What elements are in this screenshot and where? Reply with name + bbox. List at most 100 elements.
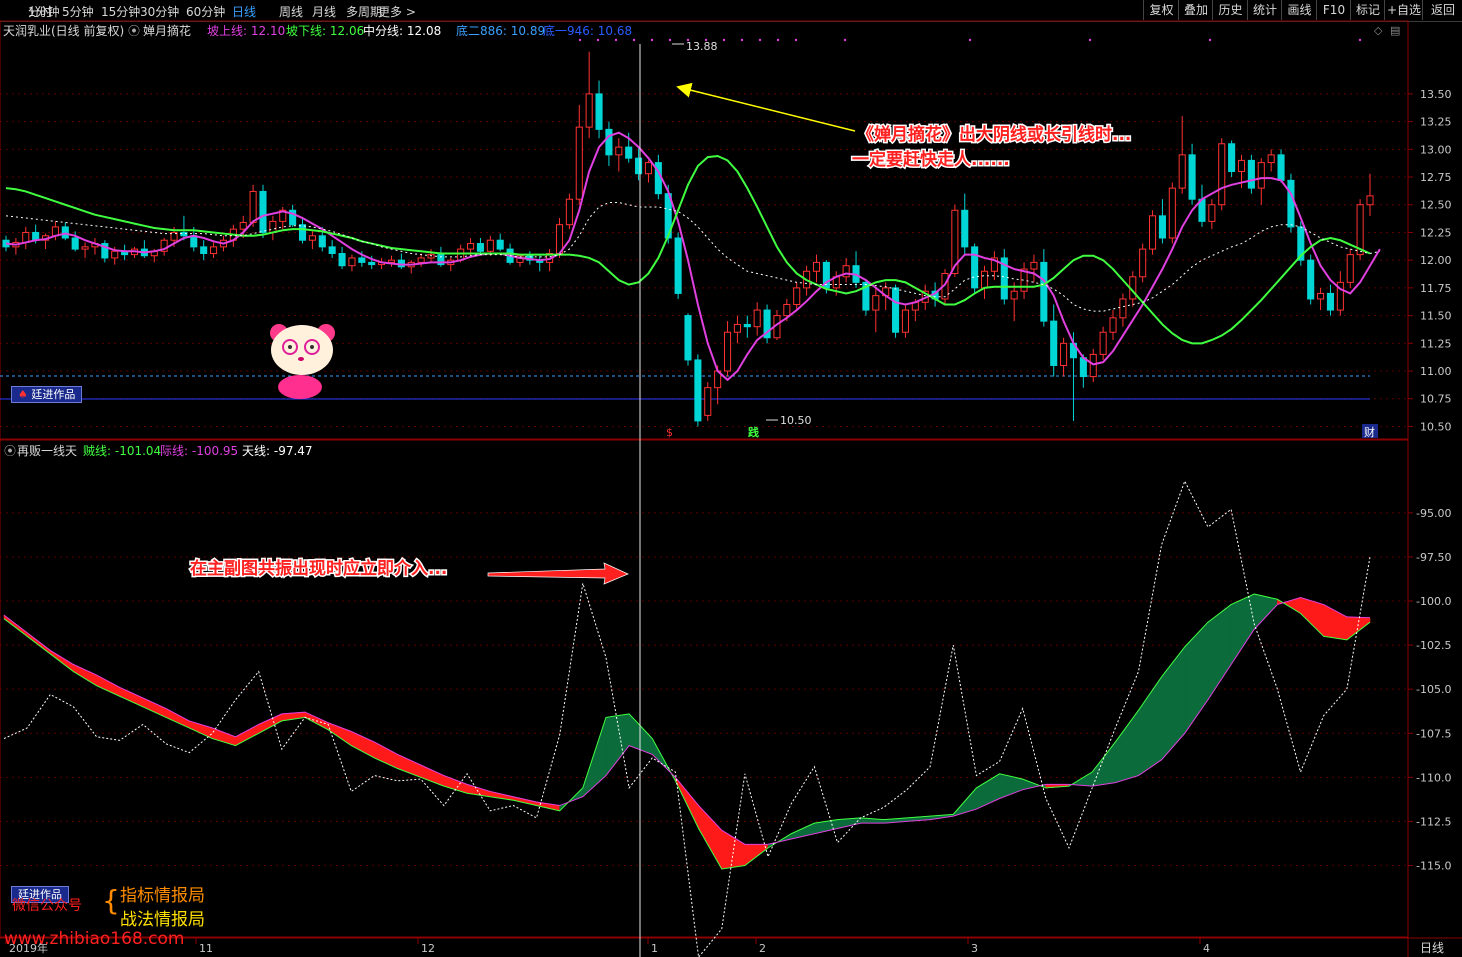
sub-axis-label: -112.5 <box>1416 815 1451 828</box>
candle-body <box>1040 261 1048 322</box>
candle-body <box>812 261 821 272</box>
candle-body <box>210 246 218 255</box>
main-axis-label: 12.25 <box>1420 226 1452 239</box>
main-axis-label: 12.00 <box>1420 254 1452 267</box>
ribbon-segment <box>119 686 144 708</box>
candle-body <box>684 315 692 361</box>
candle-body <box>1277 154 1285 181</box>
settings-diamond-icon[interactable]: ◇ <box>1374 24 1383 37</box>
candle-body <box>476 243 484 252</box>
candle-body <box>1050 320 1058 366</box>
main-line-坡上线 <box>5 131 1381 382</box>
candle-body <box>615 146 623 156</box>
candle-body <box>427 254 435 259</box>
ribbon-segment <box>1161 645 1186 761</box>
ribbon-segment <box>420 764 445 787</box>
signal-dot <box>596 38 600 42</box>
signal-s-label: $ <box>666 426 673 439</box>
watermark-right1: 指标情报局 <box>120 886 205 906</box>
candle-body <box>1366 195 1374 206</box>
ribbon-segment <box>443 775 468 794</box>
candle-body <box>1247 159 1255 189</box>
ribbon-segment <box>1207 603 1232 701</box>
ribbon-segment <box>1138 675 1162 777</box>
candle-body <box>71 237 79 250</box>
author-tag-top: ♠ 廷进作品 <box>11 386 83 403</box>
candle-body <box>1218 143 1226 206</box>
candle-body <box>1208 204 1216 222</box>
candle-body <box>704 387 712 416</box>
signal-cai-label: 财 <box>1364 425 1375 439</box>
ribbon-segment <box>397 753 422 778</box>
candle-body <box>318 235 326 248</box>
date-label: 4 <box>1203 942 1210 955</box>
signal-dot <box>1088 38 1092 42</box>
candle-body <box>190 235 198 248</box>
date-label: 1 <box>651 942 658 955</box>
candle-body <box>783 304 791 317</box>
ribbon-segment <box>1091 741 1116 787</box>
low-price-label: 10.50 <box>780 414 812 427</box>
candle-body <box>1109 317 1117 333</box>
sub-axis-label: -115.0 <box>1416 859 1451 872</box>
leaf-icon: ♠ <box>18 388 28 401</box>
candle-body <box>111 250 119 259</box>
candle-body <box>348 257 356 267</box>
candle-body <box>793 287 801 306</box>
candle-body <box>1158 215 1166 239</box>
sub-axis-label: -100.0 <box>1416 595 1451 608</box>
candle-body <box>1228 143 1236 172</box>
main-callout-line2: 一定要赶快走人...... <box>852 149 1010 170</box>
main-axis-label: 12.50 <box>1420 199 1452 212</box>
candle-body <box>249 190 257 223</box>
period-indicator: 日线 <box>1420 941 1444 955</box>
candle-body <box>1060 342 1068 366</box>
candle-body <box>1139 248 1147 278</box>
signal-dot <box>776 38 780 42</box>
ribbon-segment <box>327 722 352 747</box>
ribbon-segment <box>698 804 723 871</box>
sub-axis-label: -105.0 <box>1416 683 1451 696</box>
date-label: 3 <box>971 942 978 955</box>
main-axis-label: 13.00 <box>1420 143 1452 156</box>
candle-body <box>387 259 396 263</box>
candle-body <box>338 253 346 267</box>
ribbon-segment <box>374 741 398 769</box>
candle-body <box>81 246 89 250</box>
sub-axis-label: -95.00 <box>1416 507 1451 520</box>
date-label: 11 <box>199 942 213 955</box>
candle-body <box>308 235 316 241</box>
brace-icon: { <box>102 884 120 917</box>
main-axis-label: 10.50 <box>1420 420 1452 433</box>
signal-dot <box>794 38 798 42</box>
ribbon-segment <box>258 713 283 734</box>
signal-dot <box>650 38 654 42</box>
signal-dot <box>632 38 636 42</box>
kline-chart-canvas[interactable]: 13.88 10.50 $ 践 财 《婵月摘花》出大阴线或长引线时... 一定要… <box>0 0 1462 957</box>
candle-body <box>1010 290 1018 300</box>
candle-body <box>368 261 376 266</box>
sub-axis-label: -110.0 <box>1416 771 1451 784</box>
date-label: 2 <box>759 942 766 955</box>
ribbon-segment <box>73 664 97 687</box>
candle-body <box>1346 254 1354 283</box>
candle-body <box>694 359 702 422</box>
candle-body <box>298 224 307 241</box>
candle-body <box>1030 261 1038 270</box>
ribbon-segment <box>999 773 1024 799</box>
candle-body <box>625 146 633 159</box>
scroll-icon[interactable]: ▤ <box>1390 24 1400 37</box>
candle-body <box>595 93 603 130</box>
candle-body <box>892 287 900 333</box>
main-axis-label: 10.75 <box>1420 393 1452 406</box>
candle-body <box>1317 292 1325 300</box>
url-watermark: www.zhibiao168.com <box>4 929 185 949</box>
candle-body <box>467 243 475 250</box>
ribbon-segment <box>165 708 190 729</box>
watermark-right2: 战法情报局 <box>120 910 205 930</box>
candle-body <box>1326 292 1335 311</box>
candle-body <box>961 209 969 248</box>
candle-body <box>733 323 741 333</box>
panda-mascot-icon <box>270 324 335 399</box>
candle-body <box>1287 179 1295 228</box>
